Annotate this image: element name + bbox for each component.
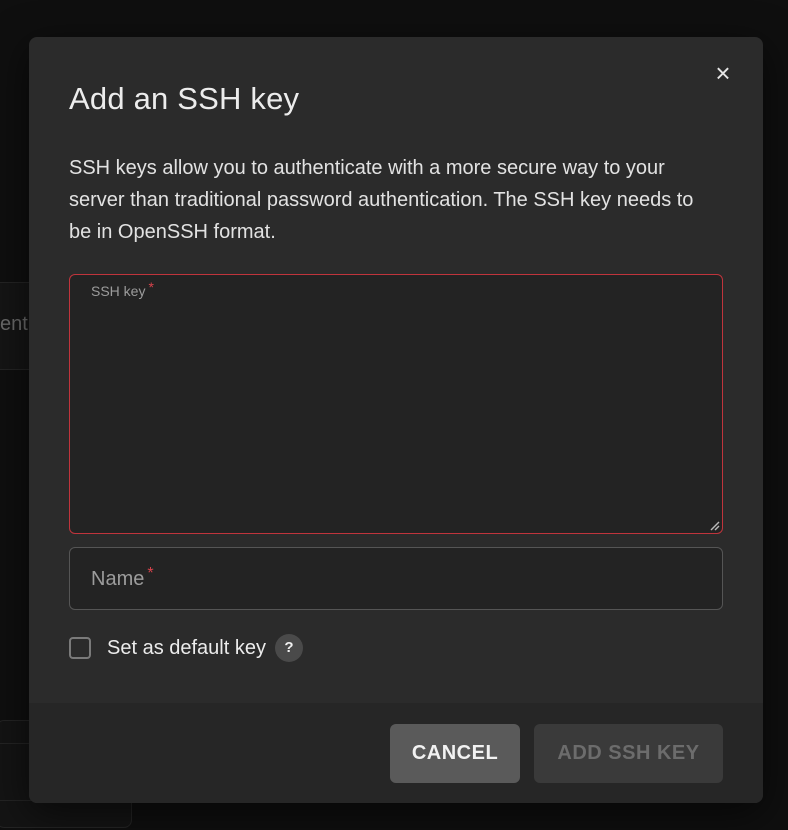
dialog-description: SSH keys allow you to authenticate with … — [69, 157, 694, 243]
name-field[interactable]: Name * — [69, 547, 723, 610]
cancel-button[interactable]: CANCEL — [390, 724, 520, 783]
default-key-row: Set as default key ? — [69, 633, 303, 663]
dialog-title: Add an SSH key — [69, 81, 300, 116]
ssh-key-textarea[interactable] — [90, 307, 704, 511]
ssh-key-field[interactable]: SSH key * — [69, 274, 723, 534]
add-ssh-key-dialog: × Add an SSH key SSH keys allow you to a… — [29, 37, 763, 803]
required-marker: * — [148, 279, 154, 295]
background-partial-text: ent — [0, 313, 28, 335]
help-icon[interactable]: ? — [274, 634, 303, 662]
name-input[interactable] — [90, 564, 704, 596]
close-icon[interactable]: × — [711, 60, 735, 86]
ssh-key-label: SSH key * — [91, 279, 154, 299]
default-key-checkbox[interactable] — [69, 637, 91, 659]
default-key-label[interactable]: Set as default key — [107, 637, 266, 660]
resize-handle-icon[interactable] — [708, 519, 720, 531]
dialog-footer: CANCEL ADD SSH KEY — [29, 703, 763, 803]
add-ssh-key-button[interactable]: ADD SSH KEY — [534, 724, 723, 783]
